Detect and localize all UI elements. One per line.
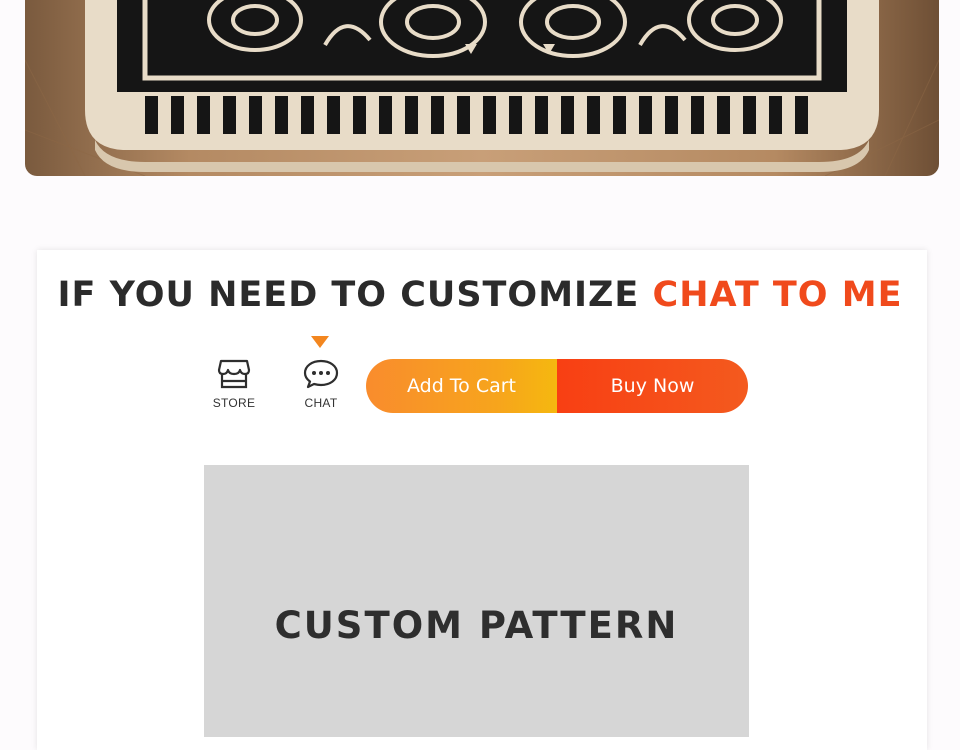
headline-accent: CHAT TO ME: [652, 275, 903, 315]
store-label: STORE: [212, 396, 256, 410]
chat-label: CHAT: [304, 396, 338, 410]
chat-bubble-icon: [303, 359, 339, 389]
chat-button[interactable]: CHAT: [291, 358, 351, 414]
product-hero-image: [25, 0, 939, 176]
customize-headline: IF YOU NEED TO CUSTOMIZE CHAT TO ME: [0, 272, 960, 318]
add-to-cart-button[interactable]: Add To Cart: [366, 359, 557, 413]
headline-prefix: IF YOU NEED TO CUSTOMIZE: [57, 275, 640, 315]
rug-illustration: [25, 0, 939, 176]
triangle-down-icon: [311, 336, 329, 348]
buy-now-button[interactable]: Buy Now: [557, 359, 748, 413]
custom-pattern-placeholder: CUSTOM PATTERN: [204, 465, 749, 737]
store-icon: [217, 359, 251, 389]
store-button[interactable]: STORE: [204, 358, 264, 414]
custom-pattern-label: CUSTOM PATTERN: [274, 604, 679, 647]
